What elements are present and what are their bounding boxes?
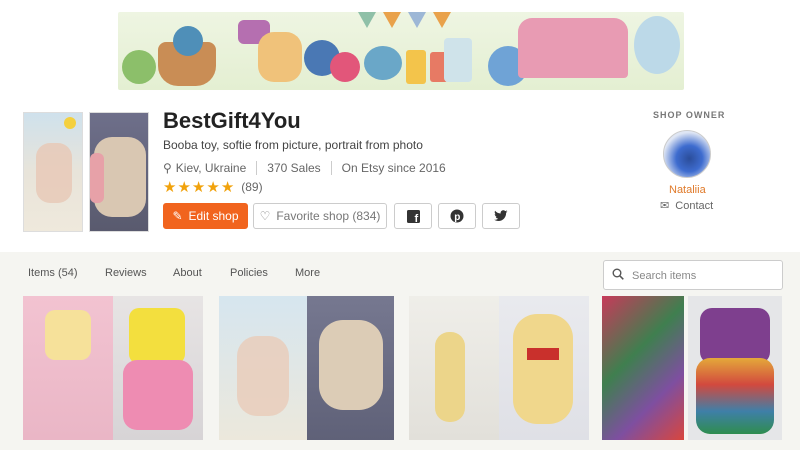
- shop-sales[interactable]: 370 Sales: [267, 161, 320, 175]
- listing-card[interactable]: [219, 296, 394, 440]
- svg-text:f: f: [414, 213, 418, 223]
- pinterest-share-button[interactable]: p: [438, 203, 476, 229]
- tab-about[interactable]: About: [173, 267, 202, 279]
- reviews-count[interactable]: (89): [241, 180, 262, 194]
- buttons-illustration: [634, 16, 680, 74]
- listing-image-drawing: [219, 296, 307, 440]
- location-icon: ⚲: [163, 161, 172, 175]
- search-box[interactable]: [603, 260, 783, 290]
- edit-shop-label: Edit shop: [188, 209, 239, 223]
- listing-image-drawing: [602, 296, 684, 440]
- owner-name[interactable]: Nataliia: [669, 184, 706, 196]
- shop-nav: Items (54) Reviews About Policies More: [0, 252, 800, 292]
- divider: [256, 161, 258, 175]
- cat-illustration: [258, 32, 302, 82]
- pinterest-icon: p: [450, 209, 464, 223]
- bunting-flag: [383, 12, 401, 28]
- spool-illustration: [406, 50, 426, 84]
- bunting-flag: [433, 12, 451, 28]
- star-icon: ★: [191, 179, 206, 196]
- favorite-shop-button[interactable]: ♡ Favorite shop (834): [253, 203, 387, 229]
- buttons-jar-illustration: [444, 38, 472, 82]
- banner-area: [0, 0, 800, 100]
- shop-banner: [118, 12, 684, 90]
- heart-icon: ♡: [259, 209, 271, 223]
- listing-image-drawing: [23, 296, 113, 440]
- contact-link[interactable]: ✉ Contact: [660, 199, 713, 212]
- listing-image-drawing: [409, 296, 499, 440]
- shop-owner-label: SHOP OWNER: [653, 110, 726, 120]
- tab-more[interactable]: More: [295, 267, 320, 279]
- pincushion-illustration: [364, 46, 402, 80]
- listing-image-toy: [113, 296, 203, 440]
- shop-location: Kiev, Ukraine: [175, 161, 247, 175]
- listings-grid: [0, 292, 800, 450]
- tab-reviews[interactable]: Reviews: [105, 267, 147, 279]
- twitter-icon: [494, 210, 508, 221]
- contact-label: Contact: [675, 200, 714, 212]
- edit-shop-button[interactable]: ✎ Edit shop: [163, 203, 248, 229]
- listing-card[interactable]: [23, 296, 203, 440]
- yarn-ball-illustration: [330, 52, 360, 82]
- shop-name: BestGift4You: [163, 108, 301, 133]
- shop-meta: ⚲ Kiev, Ukraine 370 Sales On Etsy since …: [163, 161, 446, 175]
- listing-image-toy: [306, 296, 394, 440]
- facebook-share-button[interactable]: f: [394, 203, 432, 229]
- star-icon: ★: [220, 179, 235, 196]
- rating[interactable]: ★ ★ ★ ★ ★ (89): [163, 178, 263, 196]
- shop-header: BestGift4You Booba toy, softie from pict…: [0, 100, 800, 252]
- owner-avatar[interactable]: [663, 130, 711, 178]
- svg-text:p: p: [454, 212, 460, 223]
- search-icon: [612, 268, 624, 280]
- shop-icon-drawing[interactable]: [23, 112, 83, 232]
- listing-image-toy: [688, 296, 782, 440]
- listing-image-toy: [499, 296, 589, 440]
- bunting-flag: [358, 12, 376, 28]
- divider: [330, 161, 332, 175]
- shop-icon-toy[interactable]: [89, 112, 149, 232]
- shop-tagline: Booba toy, softie from picture, portrait…: [163, 138, 423, 152]
- bunting-flag: [408, 12, 426, 28]
- yarn-ball-illustration: [122, 50, 156, 84]
- star-icon: ★: [206, 179, 220, 196]
- sewing-machine-illustration: [518, 18, 628, 78]
- pencil-icon: ✎: [172, 209, 183, 223]
- star-icon: ★: [163, 179, 177, 196]
- yarn-ball-illustration: [173, 26, 203, 56]
- favorite-shop-label: Favorite shop (834): [276, 209, 381, 223]
- tab-policies[interactable]: Policies: [230, 267, 268, 279]
- tab-items[interactable]: Items (54): [28, 267, 78, 279]
- listing-card[interactable]: [409, 296, 589, 440]
- listing-card[interactable]: [602, 296, 782, 440]
- shop-since: On Etsy since 2016: [341, 161, 446, 175]
- search-input[interactable]: [632, 267, 777, 285]
- facebook-icon: f: [406, 209, 420, 223]
- star-icon: ★: [177, 179, 191, 196]
- message-icon: ✉: [660, 200, 670, 212]
- twitter-share-button[interactable]: [482, 203, 520, 229]
